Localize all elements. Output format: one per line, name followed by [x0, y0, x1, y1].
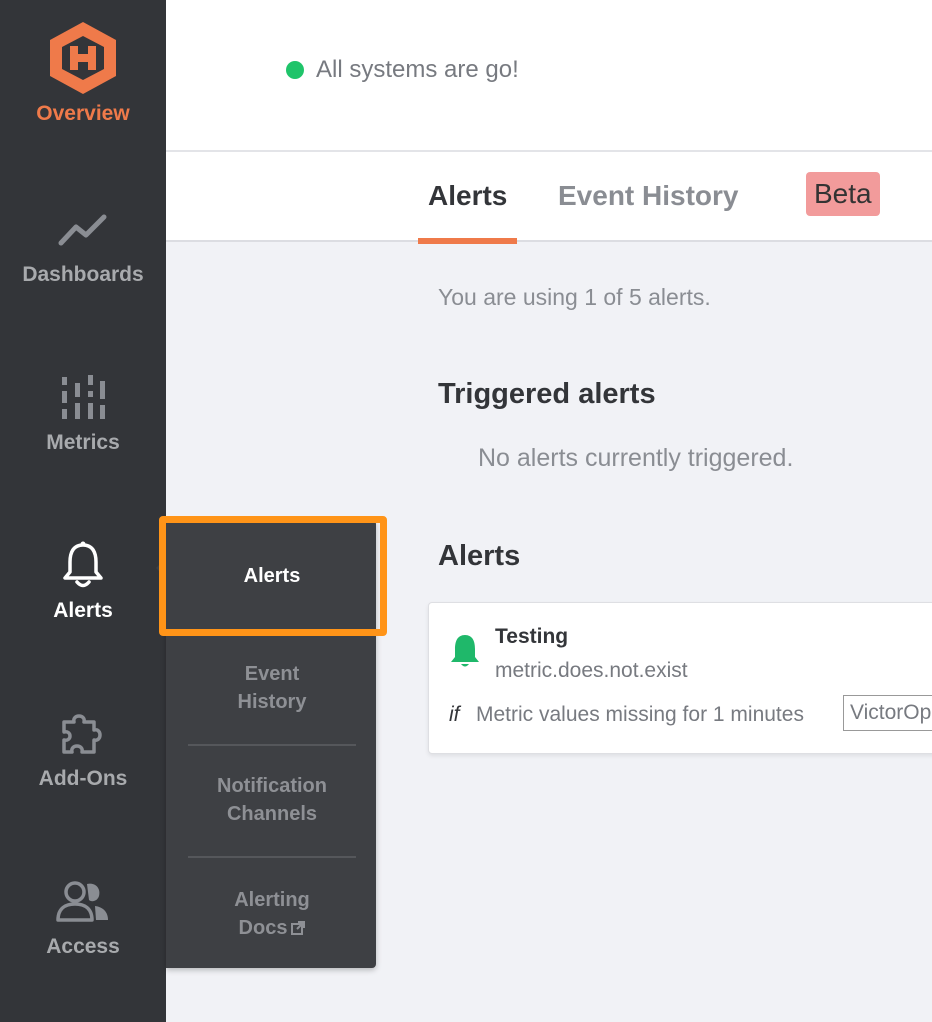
- alert-condition: Metric values missing for 1 minutes: [476, 703, 804, 726]
- alert-card[interactable]: Testing metric.does.not.exist if Metric …: [428, 602, 932, 754]
- alert-metric: metric.does.not.exist: [495, 659, 688, 682]
- bell-icon: [61, 537, 105, 593]
- metrics-bars-icon: [60, 369, 106, 425]
- external-link-icon: [291, 915, 306, 943]
- sidebar-item-access[interactable]: Access: [0, 832, 166, 1000]
- alert-name[interactable]: Testing: [495, 625, 568, 649]
- chart-line-icon: [58, 201, 108, 257]
- submenu-divider: [188, 856, 356, 858]
- submenu-item-alerting-docs[interactable]: Alerting Docs: [188, 886, 356, 943]
- sidebar-item-dashboards[interactable]: Dashboards: [0, 160, 166, 328]
- alert-channel-tag: VictorOps: [843, 695, 932, 731]
- users-icon: [55, 873, 111, 929]
- tab-bar: Alerts Event History Beta: [166, 152, 932, 244]
- usage-text: You are using 1 of 5 alerts.: [438, 284, 711, 310]
- tab-alerts[interactable]: Alerts: [417, 152, 518, 244]
- sidebar-item-label: Metrics: [46, 431, 120, 454]
- triggered-alerts-heading: Triggered alerts: [438, 378, 656, 410]
- sidebar-item-label: Add-Ons: [38, 767, 128, 790]
- system-status: All systems are go!: [286, 56, 519, 84]
- top-header: All systems are go!: [166, 0, 932, 152]
- status-dot-icon: [286, 61, 304, 79]
- puzzle-icon: [58, 705, 108, 761]
- alerts-heading: Alerts: [438, 540, 521, 572]
- triggered-empty-text: No alerts currently triggered.: [478, 444, 794, 472]
- sidebar-item-alerts[interactable]: Alerts: [0, 496, 166, 664]
- sidebar-item-label: Dashboards: [22, 263, 144, 286]
- alert-if-label: if: [449, 703, 460, 726]
- sidebar-item-add-ons[interactable]: Add-Ons: [0, 664, 166, 832]
- beta-badge: Beta: [806, 172, 880, 216]
- sidebar-item-overview[interactable]: Overview: [0, 0, 166, 146]
- sidebar-item-metrics[interactable]: Metrics: [0, 328, 166, 496]
- tab-event-history[interactable]: Event History: [558, 152, 739, 240]
- sidebar-item-label: Overview: [36, 102, 130, 125]
- submenu-item-notification-channels[interactable]: Notification Channels: [188, 772, 356, 828]
- status-text: All systems are go!: [316, 56, 519, 83]
- alerts-submenu: Alerts Event History Notification Channe…: [156, 520, 376, 968]
- submenu-item-alerts[interactable]: Alerts: [188, 562, 356, 590]
- sidebar: Overview Dashboards Metrics Alerts Add-O…: [0, 0, 166, 1022]
- submenu-item-label: Notification Channels: [217, 775, 327, 825]
- sidebar-item-label: Access: [46, 935, 120, 958]
- sidebar-item-label: Alerts: [53, 599, 113, 622]
- submenu-divider: [188, 744, 356, 746]
- bell-icon: [449, 633, 481, 674]
- submenu-caret: [156, 558, 166, 578]
- submenu-item-label: Event History: [237, 663, 307, 713]
- logo-icon: [46, 20, 120, 96]
- submenu-item-event-history[interactable]: Event History: [188, 660, 356, 716]
